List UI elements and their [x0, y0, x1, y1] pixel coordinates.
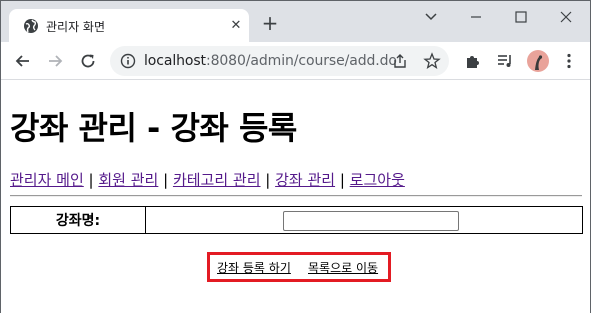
form-row-course-name: 강좌명:: [10, 206, 583, 234]
course-name-label: 강좌명:: [10, 206, 146, 234]
media-queue-icon[interactable]: [495, 51, 515, 71]
share-icon[interactable]: [391, 52, 409, 70]
title-bar: 관리자 화면 ✕ +: [1, 1, 590, 42]
forward-arrow-icon[interactable]: [45, 51, 65, 71]
page-title: 강좌 관리 - 강좌 등록: [10, 109, 297, 147]
register-course-link[interactable]: 강좌 등록 하기: [217, 259, 291, 276]
browser-tab[interactable]: 관리자 화면 ✕: [9, 9, 249, 42]
nav-separator: |: [335, 171, 350, 189]
info-icon[interactable]: [120, 53, 136, 69]
maximize-icon[interactable]: [506, 5, 536, 29]
course-name-cell: [145, 206, 583, 234]
nav-link-course-management[interactable]: 강좌 관리: [275, 171, 335, 189]
nav-separator: |: [260, 171, 276, 189]
tab-title: 관리자 화면: [46, 20, 106, 34]
action-links-box: 강좌 등록 하기 목록으로 이동: [207, 252, 391, 282]
back-to-list-link[interactable]: 목록으로 이동: [308, 259, 378, 276]
url-host: localhost: [144, 53, 206, 69]
nav-link-admin-main[interactable]: 관리자 메인: [10, 171, 84, 189]
more-menu-icon[interactable]: [559, 51, 579, 71]
divider: [10, 195, 582, 197]
globe-icon: [24, 19, 38, 33]
address-bar[interactable]: localhost:8080/admin/course/add.do: [110, 46, 449, 76]
nav-link-logout[interactable]: 로그아웃: [350, 171, 405, 189]
profile-avatar[interactable]: [527, 50, 549, 72]
nav-separator: |: [158, 171, 173, 189]
url-text[interactable]: localhost:8080/admin/course/add.do: [144, 53, 397, 69]
nav-separator: |: [83, 171, 99, 189]
admin-nav: 관리자 메인 | 회원 관리 | 카테고리 관리 | 강좌 관리 | 로그아웃: [10, 169, 405, 190]
extensions-puzzle-icon[interactable]: [463, 51, 483, 71]
course-name-input[interactable]: [283, 211, 459, 231]
profile-figure-icon: [535, 55, 543, 70]
chevron-down-icon[interactable]: [416, 5, 446, 29]
new-tab-button[interactable]: +: [258, 12, 282, 36]
page-content: 강좌 관리 - 강좌 등록 관리자 메인 | 회원 관리 | 카테고리 관리 |…: [1, 81, 590, 313]
tab-close-icon[interactable]: ✕: [228, 18, 244, 34]
bookmark-star-icon[interactable]: [423, 52, 441, 70]
course-form-table: 강좌명:: [10, 206, 583, 234]
nav-link-category-management[interactable]: 카테고리 관리: [173, 171, 261, 189]
reload-icon[interactable]: [78, 51, 98, 71]
nav-link-member-management[interactable]: 회원 관리: [98, 171, 158, 189]
close-icon[interactable]: [551, 5, 581, 29]
browser-window: 관리자 화면 ✕ + localhost:8080/admin/course/a…: [0, 0, 591, 313]
url-path: :8080/admin/course/add.do: [205, 53, 397, 69]
back-arrow-icon[interactable]: [13, 51, 33, 71]
minimize-icon[interactable]: [461, 5, 491, 29]
browser-toolbar: localhost:8080/admin/course/add.do: [1, 42, 590, 80]
